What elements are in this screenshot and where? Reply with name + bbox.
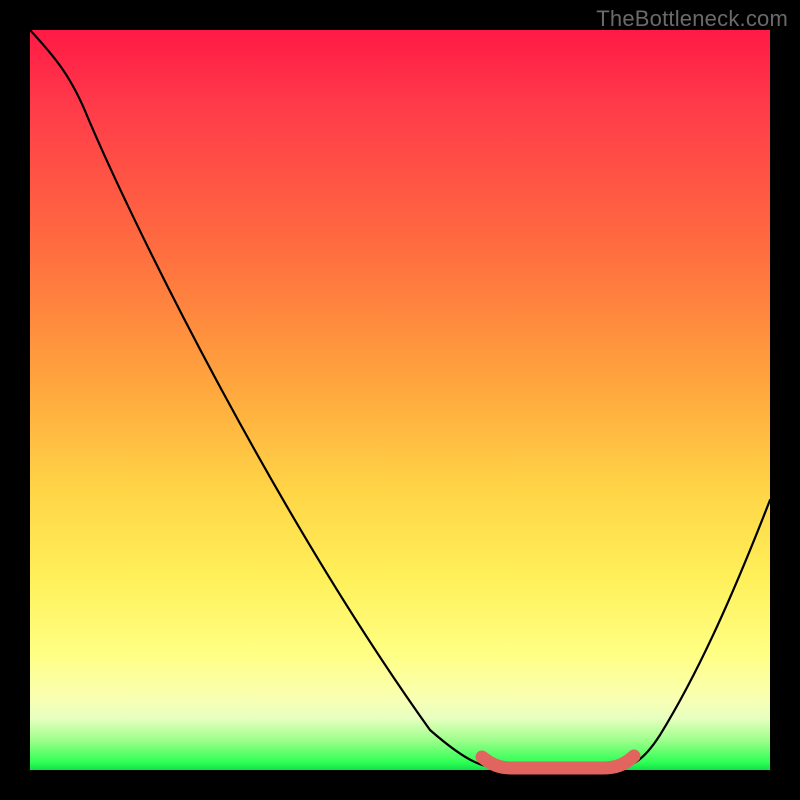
- chart-frame: TheBottleneck.com: [0, 0, 800, 800]
- curve-svg: [30, 30, 770, 770]
- flat-bottom-band: [482, 756, 634, 768]
- credit-watermark: TheBottleneck.com: [596, 6, 788, 32]
- plot-area: [30, 30, 770, 770]
- bottleneck-curve: [30, 30, 770, 768]
